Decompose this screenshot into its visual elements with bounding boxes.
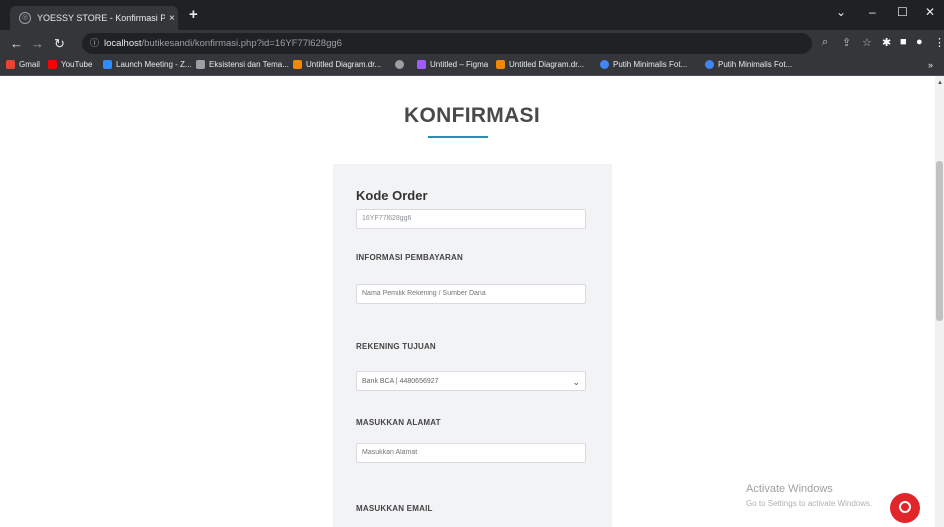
browser-tab[interactable]: ◎ YOESSY STORE - Konfirmasi Pem × — [10, 6, 178, 30]
bookmark-canva-1[interactable]: Putih Minimalis Fot... — [600, 60, 687, 69]
informasi-pembayaran-label: INFORMASI PEMBAYARAN — [356, 253, 463, 262]
extensions-icon[interactable]: ✱ — [882, 36, 891, 49]
share-icon[interactable]: ⇪ — [842, 36, 851, 49]
tab-close-icon[interactable]: × — [169, 13, 175, 24]
github-icon — [395, 60, 404, 69]
info-icon[interactable]: ⓘ — [90, 33, 99, 54]
maximize-button[interactable]: ☐ — [897, 5, 908, 19]
kode-order-field[interactable] — [356, 209, 586, 229]
masukkan-email-label: MASUKKAN EMAIL — [356, 504, 433, 513]
bookmark-github[interactable] — [395, 60, 408, 69]
gmail-icon — [6, 60, 15, 69]
tab-search-icon[interactable]: ⌄ — [836, 5, 846, 19]
rekening-tujuan-select[interactable]: Bank BCA | 4480656927 ⌄ — [356, 371, 586, 391]
scroll-up-icon[interactable]: ▲ — [937, 80, 943, 86]
tab-title: YOESSY STORE - Konfirmasi Pem — [37, 13, 165, 23]
zoom-icon[interactable]: ⌕ — [822, 36, 828, 49]
rekening-selected-value: Bank BCA | 4480656927 — [362, 378, 439, 385]
forward-icon[interactable]: → — [31, 36, 44, 51]
bookmark-zoom[interactable]: Launch Meeting - Z... — [103, 60, 192, 69]
rekening-tujuan-label: REKENING TUJUAN — [356, 342, 436, 351]
reload-icon[interactable]: ↻ — [54, 36, 65, 52]
activate-windows-subtitle: Go to Settings to activate Windows. — [746, 499, 873, 508]
bookmark-youtube[interactable]: YouTube — [48, 60, 92, 69]
document-icon — [196, 60, 205, 69]
youtube-icon — [48, 60, 57, 69]
canva-icon — [705, 60, 714, 69]
browser-tab-bar: ◎ YOESSY STORE - Konfirmasi Pem × + ⌄ – … — [0, 0, 944, 30]
bookmark-diagram-2[interactable]: Untitled Diagram.dr... — [496, 60, 584, 69]
bookmark-star-icon[interactable]: ☆ — [862, 36, 872, 49]
url-text: localhost/butikesandi/konfirmasi.php?id=… — [104, 38, 342, 49]
bookmark-eksistensi[interactable]: Eksistensi dan Tema... — [196, 60, 289, 69]
profile-avatar-icon[interactable]: ● — [916, 36, 923, 48]
page-scrollbar[interactable]: ▲ — [935, 76, 944, 527]
kode-order-label: Kode Order — [356, 188, 428, 203]
more-bookmarks-icon[interactable]: » — [928, 60, 933, 70]
alamat-input[interactable] — [356, 443, 586, 463]
bookmarks-bar: Gmail YouTube Launch Meeting - Z... Eksi… — [0, 58, 944, 76]
chat-widget-button[interactable] — [890, 493, 920, 523]
minimize-button[interactable]: – — [869, 5, 876, 19]
page-title: KONFIRMASI — [404, 104, 540, 127]
activate-windows-title: Activate Windows — [746, 483, 833, 495]
bookmark-diagram-1[interactable]: Untitled Diagram.dr... — [293, 60, 381, 69]
page-content: KONFIRMASI Kode Order INFORMASI PEMBAYAR… — [0, 76, 944, 527]
globe-icon: ◎ — [19, 12, 31, 24]
address-bar[interactable]: ⓘ localhost/butikesandi/konfirmasi.php?i… — [82, 33, 812, 54]
zoom-app-icon — [103, 60, 112, 69]
new-tab-button[interactable]: + — [189, 6, 198, 23]
bookmark-figma[interactable]: Untitled – Figma — [417, 60, 488, 69]
bookmark-canva-2[interactable]: Putih Minimalis Fot... — [705, 60, 792, 69]
title-underline — [428, 136, 488, 138]
back-icon[interactable]: ← — [10, 36, 23, 51]
close-window-button[interactable]: ✕ — [925, 5, 935, 19]
drawio-icon — [293, 60, 302, 69]
chevron-down-icon: ⌄ — [572, 377, 580, 387]
nama-pemilik-rekening-input[interactable] — [356, 284, 586, 304]
scrollbar-thumb[interactable] — [936, 161, 943, 321]
masukkan-alamat-label: MASUKKAN ALAMAT — [356, 418, 441, 427]
bookmark-gmail[interactable]: Gmail — [6, 60, 40, 69]
drawio-icon — [496, 60, 505, 69]
browser-toolbar: ← → ↻ ⓘ localhost/butikesandi/konfirmasi… — [0, 30, 944, 58]
figma-icon — [417, 60, 426, 69]
confirmation-form: Kode Order INFORMASI PEMBAYARAN REKENING… — [333, 164, 612, 527]
sidebar-icon[interactable]: ■ — [900, 36, 907, 48]
canva-icon — [600, 60, 609, 69]
menu-icon[interactable]: ⋮ — [934, 36, 944, 49]
